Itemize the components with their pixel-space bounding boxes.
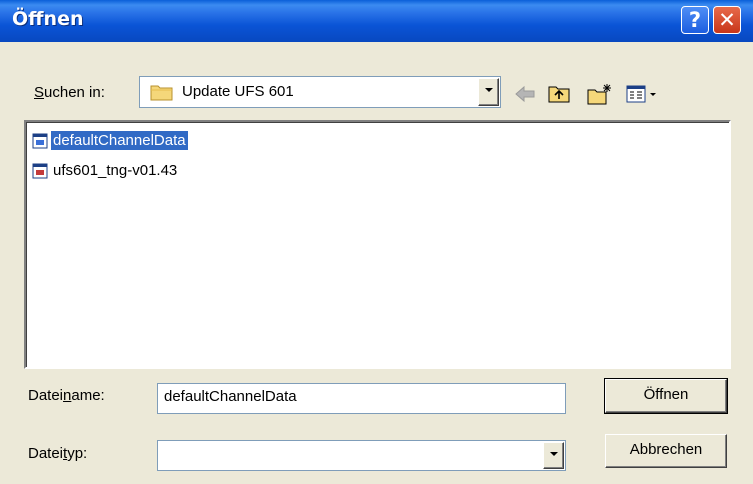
lookin-dropdown-button[interactable] <box>478 78 499 106</box>
back-arrow-icon[interactable] <box>512 82 538 106</box>
up-folder-icon[interactable] <box>547 82 573 106</box>
filename-label: Dateiname: <box>28 387 105 404</box>
close-button[interactable]: ✕ <box>713 6 741 34</box>
file-name: defaultChannelData <box>51 131 188 150</box>
filetype-combo[interactable] <box>157 440 566 471</box>
open-dialog: Öffnen ? ✕ Suchen in: Update UFS 601 def… <box>0 0 753 484</box>
file-list[interactable]: defaultChannelData ufs601_tng-v01.43 <box>24 120 731 369</box>
open-button[interactable]: Öffnen <box>604 378 728 414</box>
folder-icon <box>150 85 173 101</box>
cancel-button[interactable]: Abbrechen <box>605 434 727 468</box>
lookin-value: Update UFS 601 <box>182 83 294 100</box>
filetype-dropdown-button[interactable] <box>543 442 564 469</box>
file-item-default-channel-data[interactable]: defaultChannelData <box>32 130 188 151</box>
new-folder-icon[interactable] <box>586 82 614 106</box>
filename-input[interactable]: defaultChannelData <box>157 383 566 414</box>
help-button[interactable]: ? <box>681 6 709 34</box>
lookin-combo[interactable]: Update UFS 601 <box>139 76 501 108</box>
filename-value: defaultChannelData <box>164 388 297 405</box>
view-menu-icon[interactable] <box>625 82 665 106</box>
dialog-title: Öffnen <box>12 8 84 30</box>
title-bar[interactable]: Öffnen ? ✕ <box>0 0 753 42</box>
file-item-ufs601-tng[interactable]: ufs601_tng-v01.43 <box>32 160 179 181</box>
file-name: ufs601_tng-v01.43 <box>53 162 178 179</box>
file-icon <box>32 163 48 178</box>
file-icon <box>32 133 48 148</box>
filetype-label: Dateityp: <box>28 445 88 462</box>
lookin-label: Suchen in: <box>34 84 105 101</box>
